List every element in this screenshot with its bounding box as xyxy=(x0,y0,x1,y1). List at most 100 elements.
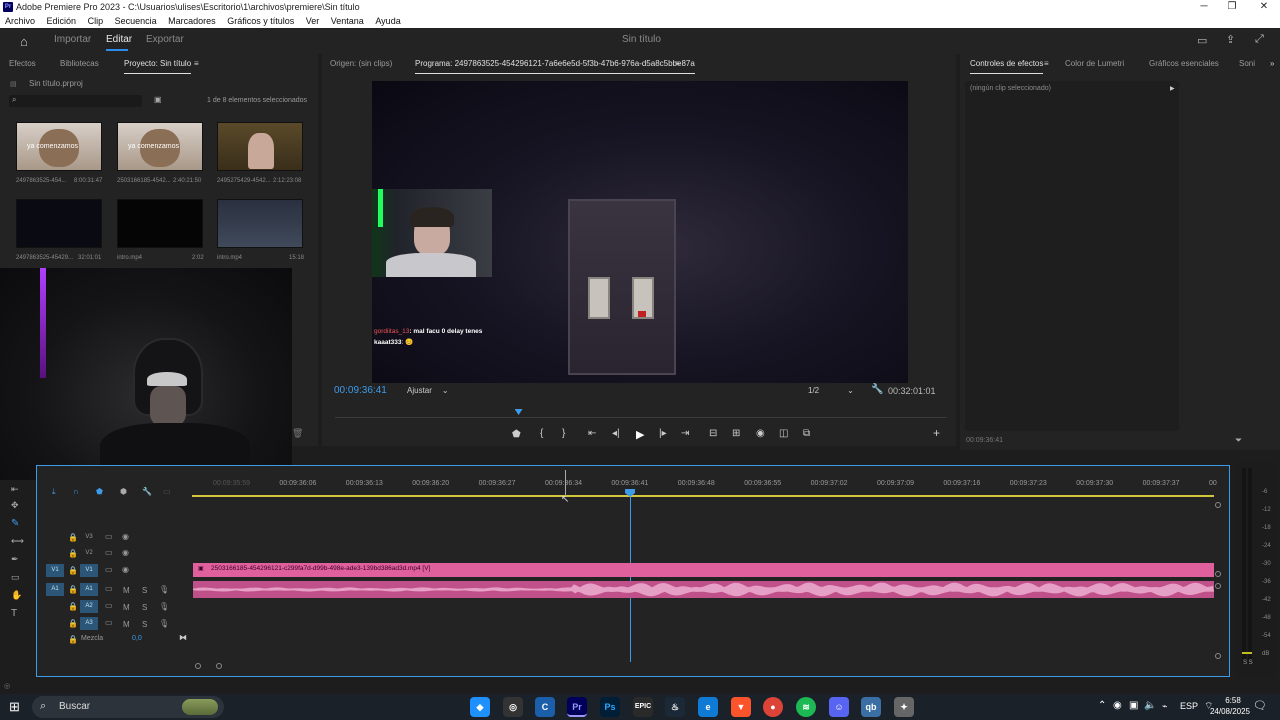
effects-menu-icon[interactable]: ≡ xyxy=(1044,55,1049,73)
lock-icon-v3[interactable]: 🔒 xyxy=(68,533,78,542)
mark-out-icon[interactable]: } xyxy=(562,428,565,439)
tab-sonido[interactable]: Soni xyxy=(1239,55,1255,73)
razor-tool-icon[interactable]: ✎ xyxy=(11,518,19,529)
scrubber-playhead[interactable] xyxy=(514,409,523,415)
media-thumb-2[interactable]: ya comenzamos xyxy=(117,122,203,171)
menu-ayuda[interactable]: Ayuda xyxy=(375,16,400,26)
windows-start-icon[interactable]: ⊞ xyxy=(9,699,20,715)
mic-icon-a3[interactable]: 🎙 xyxy=(159,619,169,628)
wrench-icon[interactable]: 🔧 xyxy=(871,384,883,395)
search-input[interactable]: ⌕ xyxy=(9,95,142,107)
solo-a1[interactable]: S xyxy=(142,586,147,595)
track-a3[interactable]: A3 xyxy=(80,617,98,630)
h-scroll-end-handle[interactable] xyxy=(216,663,222,669)
taskbar-app-icon[interactable]: ✦ xyxy=(894,697,914,717)
monitor-scrubber[interactable] xyxy=(335,409,947,422)
lock-icon-v1[interactable]: 🔒 xyxy=(68,566,78,575)
trash-icon[interactable]: 🗑 xyxy=(292,428,303,439)
tray-date[interactable]: 24/08/2025 xyxy=(1200,707,1260,716)
rectangle-tool-icon[interactable]: ▭ xyxy=(11,572,20,583)
notification-icon[interactable]: 🗨 xyxy=(1253,699,1267,712)
mix-value[interactable]: 0,0 xyxy=(132,635,142,642)
pen-tool-icon[interactable]: ✒ xyxy=(11,554,19,565)
lift-icon[interactable]: ⊟ xyxy=(709,428,717,439)
filter-icon[interactable]: ⏷ xyxy=(1235,435,1242,446)
media-thumb-3[interactable] xyxy=(217,122,303,171)
more-panels-icon[interactable]: » xyxy=(1270,55,1274,73)
captions-icon[interactable]: ▭ xyxy=(163,487,171,496)
tab-editar[interactable]: Editar xyxy=(106,34,132,45)
tray-network-icon[interactable]: ▣ xyxy=(1129,700,1138,711)
track-select-icon[interactable]: ✥ xyxy=(11,500,19,511)
ripple-tool-icon[interactable]: ⟷ xyxy=(11,536,24,547)
taskbar-epic-icon[interactable]: EPIC xyxy=(633,697,653,717)
go-to-out-icon[interactable]: ⇥ xyxy=(681,428,689,439)
taskbar-obs-icon[interactable]: ◎ xyxy=(503,697,523,717)
taskbar-discord-icon[interactable]: ☺ xyxy=(829,697,849,717)
taskbar-spotify-icon[interactable]: ≋ xyxy=(796,697,816,717)
audio-clip[interactable] xyxy=(193,581,1214,598)
media-thumb-6[interactable] xyxy=(217,199,303,248)
step-back-icon[interactable]: ◂| xyxy=(612,428,620,439)
solo-a3[interactable]: S xyxy=(142,620,147,629)
tray-time[interactable]: 6:58 xyxy=(1213,696,1253,705)
taskbar-photoshop-icon[interactable]: Ps xyxy=(600,697,620,717)
add-marker-icon[interactable]: ⬟ xyxy=(512,429,521,440)
track-a1[interactable]: A1 xyxy=(80,583,98,596)
v-scroll-mid-handle[interactable] xyxy=(1215,571,1221,577)
resolution-dropdown[interactable]: 1/2 ⌄ xyxy=(808,386,860,395)
sync-lock-icon-a2[interactable]: ▭ xyxy=(105,601,113,610)
close-button[interactable]: ✕ xyxy=(1250,0,1278,14)
tab-programa[interactable]: Programa: 2497863525-454296121-7a6e6e5d-… xyxy=(415,55,695,74)
eye-icon-v1[interactable]: ◉ xyxy=(122,565,129,574)
tray-gamepad-icon[interactable]: ◉ xyxy=(1113,700,1122,711)
menu-ventana[interactable]: Ventana xyxy=(331,16,364,26)
tab-origen[interactable]: Origen: (sin clips) xyxy=(330,55,392,73)
timeline-settings-icon[interactable]: 🔧 xyxy=(142,487,152,496)
media-thumb-4[interactable] xyxy=(16,199,102,248)
select-tool-icon[interactable]: ⇤ xyxy=(11,484,19,495)
tab-importar[interactable]: Importar xyxy=(54,34,91,45)
lock-icon-v2[interactable]: 🔒 xyxy=(68,549,78,558)
menu-graficos[interactable]: Gráficos y títulos xyxy=(227,16,294,26)
taskbar-chrome-icon[interactable]: ● xyxy=(763,697,783,717)
solo-labels[interactable]: S S xyxy=(1243,660,1253,666)
taskbar-qbittorrent-icon[interactable]: qb xyxy=(861,697,881,717)
eye-icon-v2[interactable]: ◉ xyxy=(122,548,129,557)
video-frame[interactable]: gordiitas_13: mal facu 0 delay tenes kaa… xyxy=(372,81,908,383)
lock-icon-a2[interactable]: 🔒 xyxy=(68,602,78,611)
add-button-icon[interactable]: + xyxy=(933,426,940,440)
taskbar-files-icon[interactable]: ◆ xyxy=(470,697,490,717)
add-marker-timeline-icon[interactable]: ⬟ xyxy=(96,487,103,496)
tab-color-lumetri[interactable]: Color de Lumetri xyxy=(1065,55,1124,73)
comparison-view-icon[interactable]: ◫ xyxy=(779,428,788,439)
menu-ver[interactable]: Ver xyxy=(306,16,320,26)
hand-tool-icon[interactable]: ✋ xyxy=(11,590,22,601)
tray-volume-icon[interactable]: 🔈 xyxy=(1144,700,1156,711)
solo-a2[interactable]: S xyxy=(142,603,147,612)
share-icon[interactable]: ⇪ xyxy=(1226,33,1235,46)
minimize-button[interactable]: ─ xyxy=(1190,0,1218,14)
step-forward-icon[interactable]: |▸ xyxy=(659,428,667,439)
mark-in-icon[interactable]: { xyxy=(540,428,543,439)
fullscreen-icon[interactable]: ⤢ xyxy=(1255,33,1264,46)
track-a2[interactable]: A2 xyxy=(80,600,98,613)
marker-icon[interactable]: ⬢ xyxy=(120,487,127,496)
maximize-button[interactable]: ❐ xyxy=(1218,0,1246,14)
chevron-right-icon[interactable]: ▶ xyxy=(1170,85,1175,92)
play-icon[interactable]: ▶ xyxy=(636,428,644,441)
work-area-bar[interactable] xyxy=(192,495,1214,497)
sync-lock-icon-v2[interactable]: ▭ xyxy=(105,548,113,557)
tray-chevron-icon[interactable]: ⌃ xyxy=(1098,700,1106,711)
snap-icon[interactable]: ⤓ xyxy=(52,487,56,497)
lock-icon-mix[interactable]: 🔒 xyxy=(68,635,78,644)
media-thumb-1[interactable]: ya comenzamos xyxy=(16,122,102,171)
go-to-end-icon[interactable]: ⧓ xyxy=(179,633,187,642)
v-scroll-bottom-handle[interactable] xyxy=(1215,653,1221,659)
menu-marcadores[interactable]: Marcadores xyxy=(168,16,216,26)
source-patch-a1[interactable]: A1 xyxy=(46,583,64,596)
panel-menu-icon[interactable]: ≡ xyxy=(194,55,199,73)
multicam-icon[interactable]: ⧉ xyxy=(803,428,810,439)
extract-icon[interactable]: ⊞ xyxy=(732,428,740,439)
tab-controles-efectos[interactable]: Controles de efectos xyxy=(970,55,1044,74)
